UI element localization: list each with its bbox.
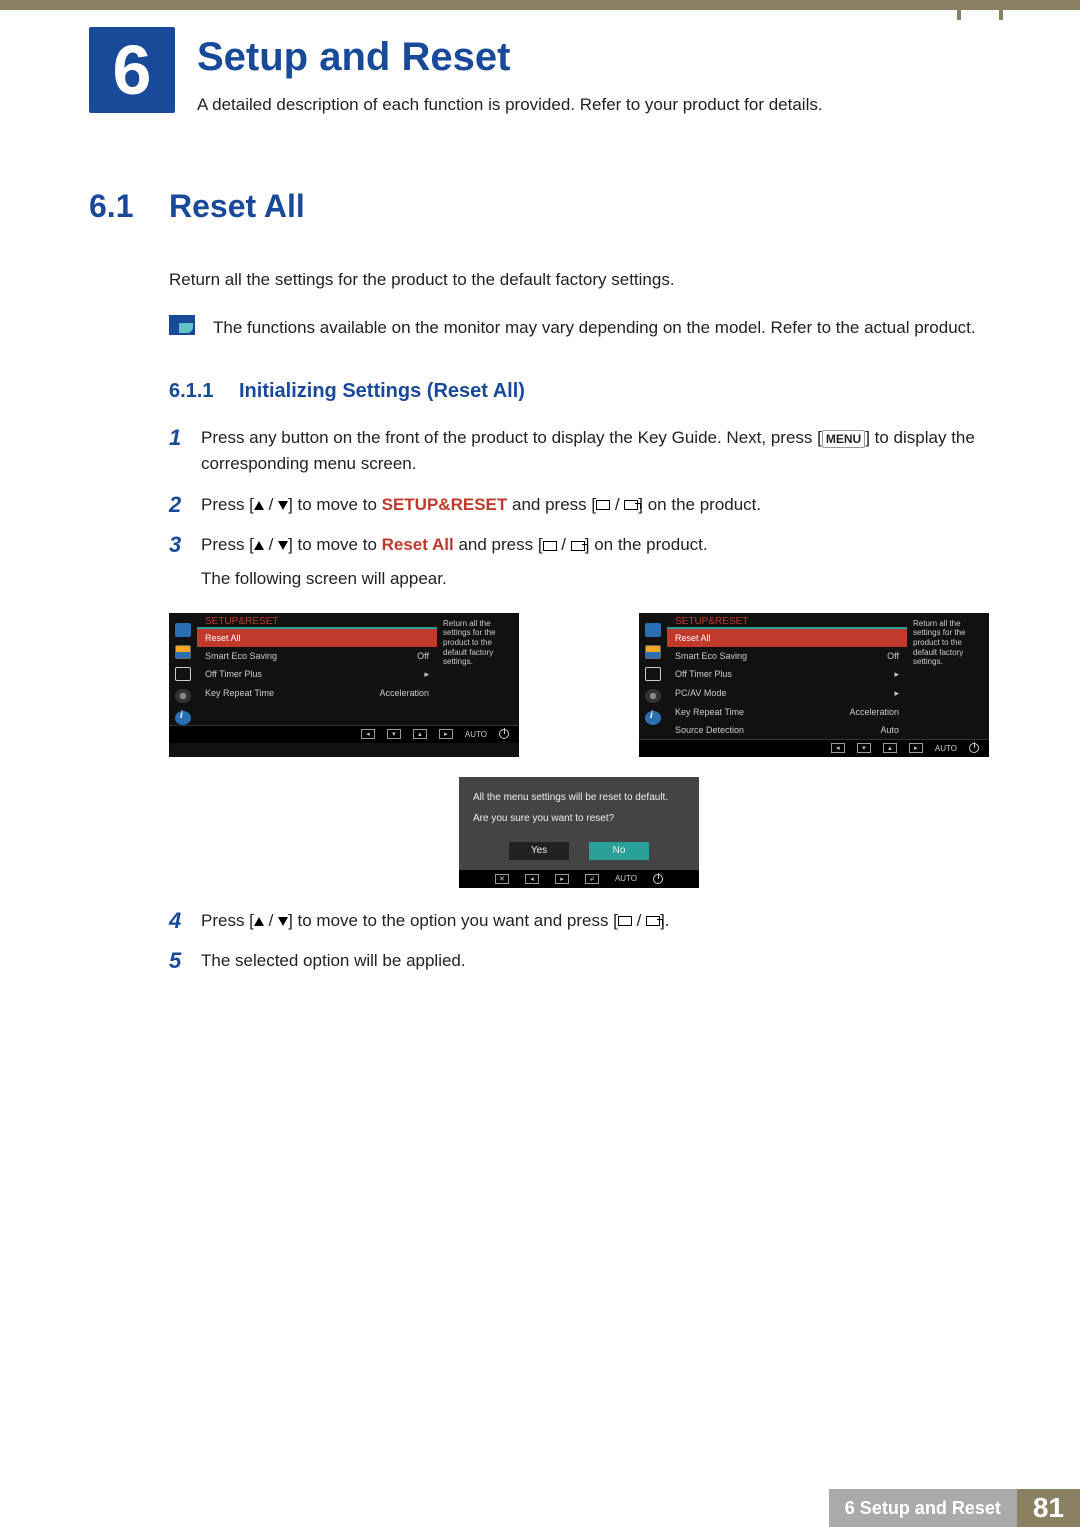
nav-down-icon: ▾	[387, 729, 401, 739]
down-arrow-icon	[278, 501, 288, 510]
osd-item: Off Timer Plus▸	[197, 665, 437, 684]
osd-item: Off Timer Plus▸	[667, 665, 907, 684]
osd-right-header: SETUP&RESET	[667, 613, 907, 627]
osd-right-desc: Return all the settings for the product …	[907, 613, 989, 739]
gear-icon	[645, 689, 661, 703]
monitor-icon	[175, 623, 191, 637]
power-icon	[969, 743, 979, 753]
nav-enter-icon: ↲	[585, 874, 599, 884]
size-icon	[645, 667, 661, 681]
enter-icon	[646, 916, 660, 926]
nav-left-icon: ◂	[831, 743, 845, 753]
osd-item: Smart Eco SavingOff	[197, 647, 437, 665]
section-note: The functions available on the monitor m…	[213, 315, 976, 341]
osd-right-sidebar	[639, 613, 667, 739]
step-1-text: Press any button on the front of the pro…	[201, 425, 989, 478]
confirm-dialog: All the menu settings will be reset to d…	[459, 777, 699, 888]
up-arrow-icon	[254, 541, 264, 550]
step-5-text: The selected option will be applied.	[201, 948, 466, 974]
nav-right-icon: ▸	[439, 729, 453, 739]
power-icon	[499, 729, 509, 739]
osd-left-list: Reset AllSmart Eco SavingOffOff Timer Pl…	[197, 629, 437, 702]
osd-right-list: Reset AllSmart Eco SavingOffOff Timer Pl…	[667, 629, 907, 739]
picture-icon	[175, 645, 191, 659]
section-title: Reset All	[169, 188, 305, 225]
enter-icon	[571, 541, 585, 551]
footer-chapter-label: 6 Setup and Reset	[829, 1489, 1017, 1527]
up-arrow-icon	[254, 501, 264, 510]
info-icon	[645, 711, 661, 725]
step-number-5: 5	[169, 948, 201, 974]
osd-item: Key Repeat TimeAcceleration	[667, 703, 907, 721]
nav-up-icon: ▴	[883, 743, 897, 753]
nav-auto-label: AUTO	[935, 744, 957, 753]
page-footer: 6 Setup and Reset 81	[0, 1489, 1080, 1527]
section-number: 6.1	[89, 188, 169, 225]
step-number-2: 2	[169, 492, 201, 518]
osd-left: SETUP&RESET Reset AllSmart Eco SavingOff…	[169, 613, 519, 757]
confirm-message-2: Are you sure you want to reset?	[473, 813, 685, 824]
down-arrow-icon	[278, 541, 288, 550]
chapter-title: Setup and Reset	[197, 35, 823, 80]
note-icon	[169, 315, 195, 335]
page-top-stripe	[0, 0, 1080, 10]
osd-item: Key Repeat TimeAcceleration	[197, 684, 437, 702]
nav-auto-label: AUTO	[465, 730, 487, 739]
source-icon	[596, 500, 610, 510]
osd-right-nav: ◂ ▾ ▴ ▸ AUTO	[639, 739, 989, 757]
osd-item: Reset All	[197, 629, 437, 647]
nav-up-icon: ▴	[413, 729, 427, 739]
confirm-nav: ✕ ◂ ▸ ↲ AUTO	[459, 870, 699, 888]
monitor-icon	[645, 623, 661, 637]
nav-left-icon: ◂	[361, 729, 375, 739]
step-4-text: Press [ / ] to move to the option you wa…	[201, 908, 670, 934]
chapter-subtitle: A detailed description of each function …	[197, 95, 823, 115]
nav-right-icon: ▸	[909, 743, 923, 753]
confirm-message-1: All the menu settings will be reset to d…	[473, 791, 685, 805]
osd-item: Smart Eco SavingOff	[667, 647, 907, 665]
step-2-text: Press [ / ] to move to SETUP&RESET and p…	[201, 492, 761, 518]
section-intro: Return all the settings for the product …	[169, 267, 989, 293]
source-icon	[543, 541, 557, 551]
up-arrow-icon	[254, 917, 264, 926]
down-arrow-icon	[278, 917, 288, 926]
nav-right-icon: ▸	[555, 874, 569, 884]
picture-icon	[645, 645, 661, 659]
power-icon	[653, 874, 663, 884]
nav-down-icon: ▾	[857, 743, 871, 753]
gear-icon	[175, 689, 191, 703]
osd-left-header: SETUP&RESET	[197, 613, 437, 627]
chapter-number-box: 6	[89, 27, 175, 113]
source-icon	[618, 916, 632, 926]
subsection-number: 6.1.1	[169, 380, 239, 403]
osd-left-nav: ◂ ▾ ▴ ▸ AUTO	[169, 725, 519, 743]
info-icon	[175, 711, 191, 725]
osd-left-desc: Return all the settings for the product …	[437, 613, 519, 725]
footer-page-number: 81	[1017, 1489, 1080, 1527]
size-icon	[175, 667, 191, 681]
enter-icon	[624, 500, 638, 510]
step-number-3: 3	[169, 532, 201, 558]
nav-auto-label: AUTO	[615, 874, 637, 883]
osd-item: PC/AV Mode▸	[667, 684, 907, 703]
osd-item: Reset All	[667, 629, 907, 647]
step-number-1: 1	[169, 425, 201, 451]
nav-left-icon: ◂	[525, 874, 539, 884]
step-3-text: Press [ / ] to move to Reset All and pre…	[201, 532, 708, 593]
osd-item: Source DetectionAuto	[667, 721, 907, 739]
confirm-no-button[interactable]: No	[589, 842, 649, 860]
osd-right: SETUP&RESET Reset AllSmart Eco SavingOff…	[639, 613, 989, 757]
step-number-4: 4	[169, 908, 201, 934]
nav-close-icon: ✕	[495, 874, 509, 884]
osd-screens-row: SETUP&RESET Reset AllSmart Eco SavingOff…	[169, 613, 989, 757]
subsection-title: Initializing Settings (Reset All)	[239, 380, 525, 403]
osd-left-sidebar	[169, 613, 197, 725]
page-top-notch-1	[957, 0, 961, 20]
page-top-notch-2	[999, 0, 1003, 20]
confirm-yes-button[interactable]: Yes	[509, 842, 569, 860]
menu-key: MENU	[822, 430, 865, 448]
